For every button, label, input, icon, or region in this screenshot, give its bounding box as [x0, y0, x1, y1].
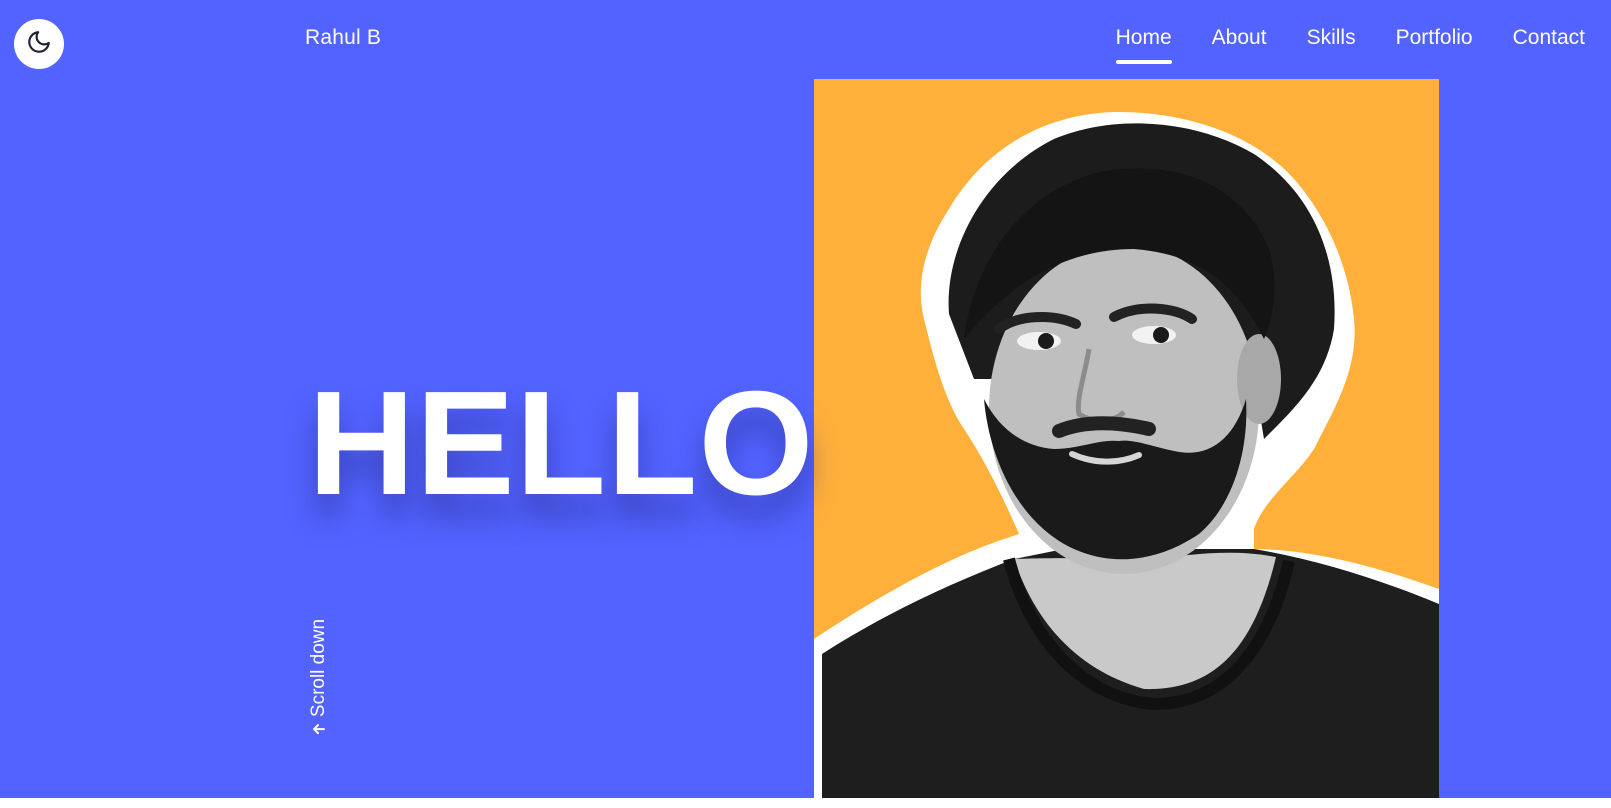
- nav-item-label: Home: [1115, 26, 1172, 49]
- scroll-down-label: Scroll down: [308, 618, 329, 718]
- scroll-down-link[interactable]: Scroll down: [308, 612, 330, 744]
- hero-section: Rahul B Home About Skills Portfolio Cont…: [0, 0, 1611, 798]
- nav-item-label: Contact: [1512, 26, 1585, 49]
- nav-item-contact[interactable]: Contact: [1513, 26, 1585, 64]
- main-nav: Home About Skills Portfolio Contact: [1115, 26, 1585, 64]
- arrow-down-icon: [311, 721, 327, 737]
- nav-item-portfolio[interactable]: Portfolio: [1396, 26, 1473, 64]
- moon-icon: [26, 29, 52, 60]
- portrait-photo: [814, 79, 1439, 798]
- brand-name[interactable]: Rahul B: [305, 26, 381, 50]
- nav-item-label: About: [1211, 26, 1267, 49]
- nav-item-about[interactable]: About: [1212, 26, 1267, 64]
- active-indicator: [1115, 60, 1172, 64]
- nav-item-label: Skills: [1306, 26, 1356, 49]
- theme-toggle-button[interactable]: [14, 19, 64, 69]
- nav-item-skills[interactable]: Skills: [1307, 26, 1356, 64]
- hero-greeting: HELLO: [308, 361, 815, 526]
- nav-item-home[interactable]: Home: [1115, 26, 1172, 64]
- nav-item-label: Portfolio: [1395, 26, 1473, 49]
